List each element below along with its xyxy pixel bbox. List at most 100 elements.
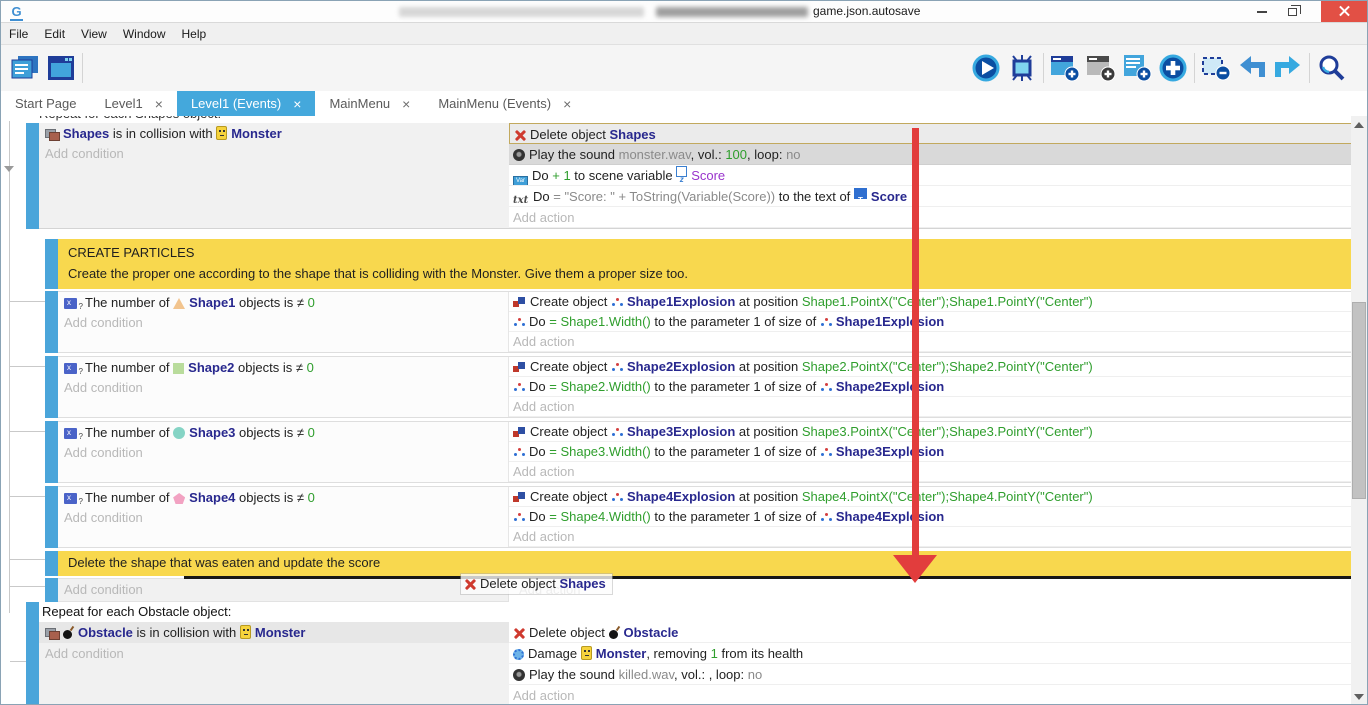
action-row[interactable]: Play the sound monster.wav, vol.: 100, l… bbox=[509, 144, 1353, 165]
menu-help[interactable]: Help bbox=[182, 27, 217, 41]
dragged-action-ghost[interactable]: Delete object Shapes bbox=[461, 574, 612, 594]
undo-icon[interactable] bbox=[1234, 49, 1270, 87]
menu-view[interactable]: View bbox=[81, 27, 117, 41]
add-condition-link[interactable]: Add condition bbox=[39, 643, 509, 664]
tab-level1-events[interactable]: Level1 (Events) bbox=[177, 91, 316, 116]
debugger-icon[interactable] bbox=[1004, 49, 1040, 87]
particles-icon bbox=[513, 317, 525, 328]
particles-icon bbox=[611, 362, 623, 373]
add-condition-link[interactable]: Add condition bbox=[58, 580, 508, 600]
unselect-events-icon[interactable] bbox=[1198, 49, 1234, 87]
add-comment-icon[interactable] bbox=[1119, 49, 1155, 87]
repeat-event-header[interactable]: Repeat for each Obstacle object: bbox=[39, 602, 1353, 621]
add-event-icon[interactable] bbox=[1047, 49, 1083, 87]
event-handle-bar[interactable] bbox=[45, 486, 58, 548]
add-condition-link[interactable]: Add condition bbox=[58, 378, 508, 398]
restore-button[interactable] bbox=[1279, 1, 1305, 22]
actions-column: Delete object Shapes Play the sound mons… bbox=[509, 123, 1353, 229]
action-row[interactable]: Delete object Obstacle bbox=[509, 622, 1353, 643]
scroll-down-icon[interactable] bbox=[1354, 694, 1364, 700]
vertical-scrollbar[interactable] bbox=[1351, 116, 1367, 705]
project-manager-icon[interactable] bbox=[7, 49, 43, 87]
scrollbar-thumb[interactable] bbox=[1352, 302, 1366, 499]
text-segment: = Shape2.Width() bbox=[549, 379, 651, 394]
add-action-link[interactable]: Add action bbox=[509, 462, 1352, 482]
menu-window[interactable]: Window bbox=[123, 27, 176, 41]
close-button[interactable] bbox=[1321, 1, 1368, 22]
event-handle-bar[interactable] bbox=[45, 291, 58, 353]
action-row-selected[interactable]: Delete object Shapes bbox=[509, 123, 1353, 144]
minimize-button[interactable] bbox=[1249, 1, 1275, 22]
comment-block: Delete the shape that was eaten and upda… bbox=[45, 551, 1353, 576]
text-segment: Shape1.PointX("Center");Shape1.PointY("C… bbox=[802, 294, 1093, 309]
scroll-up-icon[interactable] bbox=[1354, 122, 1364, 128]
redo-icon[interactable] bbox=[1270, 49, 1306, 87]
text-segment: monster.wav bbox=[619, 147, 691, 162]
action-row[interactable]: Do = Shape4.Width() to the parameter 1 o… bbox=[509, 507, 1352, 527]
action-row[interactable]: Do = Shape2.Width() to the parameter 1 o… bbox=[509, 377, 1352, 397]
event-handle-bar[interactable] bbox=[45, 421, 58, 483]
add-action-link[interactable]: Add action bbox=[509, 685, 1353, 705]
action-row[interactable]: Play the sound killed.wav, vol.: , loop:… bbox=[509, 664, 1353, 685]
particles-icon bbox=[820, 512, 832, 523]
event-handle-bar[interactable] bbox=[45, 356, 58, 418]
event-handle-bar[interactable] bbox=[45, 551, 58, 576]
text-segment: is in collision with bbox=[109, 126, 216, 141]
add-condition-link[interactable]: Add condition bbox=[58, 443, 508, 463]
condition-row[interactable]: Shapes is in collision with Monster bbox=[39, 124, 509, 144]
condition-row[interactable]: The number of Shape3 objects is ≠ 0 bbox=[58, 423, 508, 443]
conditions-column: The number of Shape2 objects is ≠ 0 Add … bbox=[58, 357, 509, 417]
preview-play-icon[interactable] bbox=[968, 49, 1004, 87]
tab-level1[interactable]: Level1 bbox=[90, 91, 177, 116]
menu-edit[interactable]: Edit bbox=[44, 27, 75, 41]
event-handle-bar[interactable] bbox=[45, 239, 58, 289]
condition-row[interactable]: The number of Shape2 objects is ≠ 0 bbox=[58, 358, 508, 378]
event-handle-bar[interactable] bbox=[26, 123, 39, 229]
toolbar-separator bbox=[82, 53, 83, 83]
condition-row[interactable]: The number of Shape4 objects is ≠ 0 bbox=[58, 488, 508, 508]
add-subevent-icon[interactable] bbox=[1083, 49, 1119, 87]
action-row[interactable]: Create object Shape1Explosion at positio… bbox=[509, 292, 1352, 312]
redacted-title-text bbox=[656, 7, 808, 17]
tab-mainmenu-events[interactable]: MainMenu (Events) bbox=[424, 91, 585, 116]
add-condition-link[interactable]: Add condition bbox=[39, 144, 509, 164]
action-row[interactable]: Create object Shape2Explosion at positio… bbox=[509, 357, 1352, 377]
comment-delete-shape[interactable]: Delete the shape that was eaten and upda… bbox=[58, 551, 1353, 576]
close-tab-icon[interactable] bbox=[402, 97, 410, 111]
close-tab-icon[interactable] bbox=[155, 97, 163, 111]
collapse-triangle-icon[interactable] bbox=[4, 166, 14, 172]
text-segment: 0 bbox=[308, 490, 315, 505]
menu-file[interactable]: File bbox=[9, 27, 38, 41]
action-row[interactable]: Create object Shape4Explosion at positio… bbox=[509, 487, 1352, 507]
add-new-element-icon[interactable] bbox=[1155, 49, 1191, 87]
add-condition-link[interactable]: Add condition bbox=[58, 313, 508, 333]
event-handle-bar[interactable] bbox=[26, 602, 39, 705]
text-segment: Shape3 bbox=[189, 425, 235, 440]
condition-row[interactable]: Obstacle is in collision with Monster bbox=[39, 622, 509, 643]
add-action-link[interactable]: Add action bbox=[509, 527, 1352, 547]
close-tab-icon[interactable] bbox=[293, 97, 301, 111]
action-row[interactable]: Create object Shape3Explosion at positio… bbox=[509, 422, 1352, 442]
event-handle-bar[interactable] bbox=[45, 578, 58, 602]
tab-mainmenu[interactable]: MainMenu bbox=[315, 91, 424, 116]
add-action-link[interactable]: Add action bbox=[509, 397, 1352, 417]
text-segment: Create object bbox=[530, 294, 611, 309]
action-row[interactable]: Do = Shape1.Width() to the parameter 1 o… bbox=[509, 312, 1352, 332]
tab-start-page[interactable]: Start Page bbox=[1, 91, 90, 116]
condition-row[interactable]: The number of Shape1 objects is ≠ 0 bbox=[58, 293, 508, 313]
scene-editor-icon[interactable] bbox=[43, 49, 79, 87]
action-row[interactable]: Do + 1 to scene variable Score bbox=[509, 165, 1353, 186]
action-row[interactable]: Do = "Score: " + ToString(Variable(Score… bbox=[509, 186, 1353, 207]
add-action-link[interactable]: Add action bbox=[509, 332, 1352, 352]
add-action-link[interactable]: Add action bbox=[509, 580, 1353, 600]
conditions-column: Shapes is in collision with Monster Add … bbox=[39, 123, 509, 229]
comment-create-particles[interactable]: CREATE PARTICLES Create the proper one a… bbox=[58, 239, 1353, 289]
text-segment: Shape1Explosion bbox=[627, 294, 735, 309]
close-tab-icon[interactable] bbox=[563, 97, 571, 111]
action-row[interactable]: Damage Monster, removing 1 from its heal… bbox=[509, 643, 1353, 664]
actions-column: Create object Shape3Explosion at positio… bbox=[509, 422, 1352, 482]
add-action-link[interactable]: Add action bbox=[509, 207, 1353, 228]
search-icon[interactable] bbox=[1313, 49, 1349, 87]
action-row[interactable]: Do = Shape3.Width() to the parameter 1 o… bbox=[509, 442, 1352, 462]
add-condition-link[interactable]: Add condition bbox=[58, 508, 508, 528]
